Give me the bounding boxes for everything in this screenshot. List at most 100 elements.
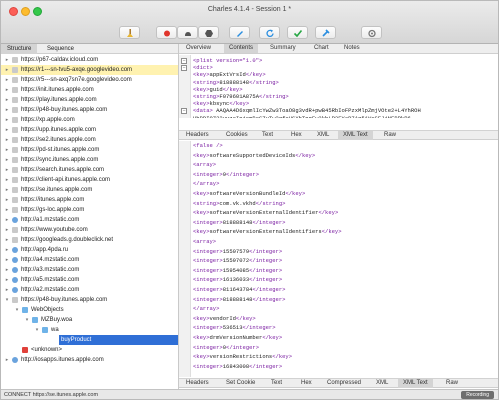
recording-button[interactable]: Recording	[461, 391, 494, 399]
throttle-button[interactable]	[177, 26, 198, 39]
disclosure-triangle[interactable]: ▸	[4, 165, 10, 175]
lock-icon	[12, 197, 18, 203]
tools-button[interactable]	[315, 26, 336, 39]
tab-structure[interactable]: Structure	[1, 44, 38, 54]
disclosure-triangle[interactable]: ▸	[4, 65, 10, 75]
disclosure-triangle[interactable]: ▸	[4, 215, 10, 225]
disclosure-triangle[interactable]: ▸	[4, 255, 10, 265]
tab-sequence[interactable]: Sequence	[41, 44, 80, 54]
tree-item[interactable]: ▸ https://play.itunes.apple.com	[1, 95, 178, 105]
tree-item[interactable]: ▾ https://p48-buy.itunes.apple.com	[1, 295, 178, 305]
tree-item[interactable]: ▾ wa	[1, 325, 178, 335]
req-tab-hex[interactable]: Hex	[286, 131, 307, 140]
tree-item[interactable]: ▸ https://sync.itunes.apple.com	[1, 155, 178, 165]
tree-item[interactable]: ▸ https://r1---sn-tvu5-axqe.googlevideo.c…	[1, 65, 178, 75]
disclosure-triangle[interactable]: ▸	[4, 205, 10, 215]
disclosure-triangle[interactable]: ▾	[14, 305, 20, 315]
tree-item[interactable]: ▸ http://app.4pda.ru	[1, 245, 178, 255]
resp-tab-headers[interactable]: Headers	[181, 379, 214, 388]
resp-tab-compressed[interactable]: Compressed	[322, 379, 366, 388]
xml-line: <key>vendorId</key>	[193, 314, 256, 322]
tree-item[interactable]: ▸ https://search.itunes.apple.com	[1, 165, 178, 175]
tree-item[interactable]: ▾ MZBuy.woa	[1, 315, 178, 325]
disclosure-triangle[interactable]: ▸	[4, 235, 10, 245]
tree-item[interactable]: ▸ https://xp.apple.com	[1, 115, 178, 125]
disclosure-triangle[interactable]: ▸	[4, 125, 10, 135]
tab-contents[interactable]: Contents	[224, 44, 259, 53]
disclosure-triangle[interactable]: ▸	[4, 115, 10, 125]
tree-item[interactable]: ▸ https://se.itunes.apple.com	[1, 185, 178, 195]
tree-item-label: https://p48-buy.itunes.apple.com	[21, 297, 108, 303]
tree-item[interactable]: ▸ https://p67-caldav.icloud.com	[1, 55, 178, 65]
disclosure-triangle[interactable]: ▸	[4, 275, 10, 285]
disclosure-triangle[interactable]: ▾	[4, 295, 10, 305]
disclosure-triangle[interactable]: ▸	[4, 145, 10, 155]
req-tab-raw[interactable]: Raw	[379, 131, 401, 140]
disclosure-triangle[interactable]: ▸	[4, 95, 10, 105]
req-tab-text[interactable]: Text	[257, 131, 278, 140]
req-tab-headers[interactable]: Headers	[181, 131, 214, 140]
disclosure-triangle[interactable]: ▾	[34, 325, 40, 335]
req-tab-cookies[interactable]: Cookies	[221, 131, 253, 140]
disclosure-triangle[interactable]: ▸	[4, 225, 10, 235]
disclosure-triangle[interactable]: ▸	[4, 135, 10, 145]
pen-button[interactable]	[229, 26, 250, 39]
req-tab-xml-text[interactable]: XML Text	[338, 131, 373, 140]
settings-button[interactable]	[361, 26, 382, 39]
tree-item[interactable]: <unknown>	[1, 345, 178, 355]
broom-button[interactable]	[119, 26, 140, 39]
resp-tab-raw[interactable]: Raw	[441, 379, 463, 388]
tree-item[interactable]: ▸ https://se2.itunes.apple.com	[1, 135, 178, 145]
record-button[interactable]	[156, 26, 177, 39]
tree-item[interactable]: ▸ https://itunes.apple.com	[1, 195, 178, 205]
tree-item[interactable]: ▸ https://www.youtube.com	[1, 225, 178, 235]
tree-item[interactable]: ▸ http://iosapps.itunes.apple.com	[1, 355, 178, 365]
disclosure-triangle[interactable]: ▸	[4, 175, 10, 185]
resp-tab-xml-text[interactable]: XML Text	[398, 379, 433, 388]
validate-button[interactable]	[287, 26, 308, 39]
tree-item[interactable]: ▸ https://p48-buy.itunes.apple.com	[1, 105, 178, 115]
disclosure-triangle[interactable]: ▸	[4, 75, 10, 85]
tree-item[interactable]: ▸ http://a2.mzstatic.com	[1, 285, 178, 295]
disclosure-triangle[interactable]: ▸	[4, 155, 10, 165]
req-tab-xml[interactable]: XML	[312, 131, 334, 140]
tree-item[interactable]: ▸ https://googleads.g.doubleclick.net	[1, 235, 178, 245]
tree-item-selected[interactable]: buyProduct	[59, 335, 178, 345]
lock-icon	[12, 237, 18, 243]
disclosure-triangle[interactable]: ▸	[4, 85, 10, 95]
tree-item[interactable]: ▸ https://upp.itunes.apple.com	[1, 125, 178, 135]
tree-item[interactable]: ▸ https://gs-loc.apple.com	[1, 205, 178, 215]
tree-item[interactable]: ▾ WebObjects	[1, 305, 178, 315]
collapse-icon[interactable]: −	[181, 108, 187, 115]
tab-chart[interactable]: Chart	[309, 44, 334, 53]
disclosure-triangle[interactable]: ▸	[4, 55, 10, 65]
disclosure-triangle[interactable]: ▸	[4, 285, 10, 295]
status-text: CONNECT https://se.itunes.apple.com	[4, 392, 99, 398]
tree-item[interactable]: ▸ http://a1.mzstatic.com	[1, 215, 178, 225]
collapse-icon[interactable]: −	[181, 65, 187, 72]
disclosure-triangle[interactable]: ▸	[4, 245, 10, 255]
resp-tab-xml[interactable]: XML	[371, 379, 393, 388]
tree-item[interactable]: ▸ http://a5.mzstatic.com	[1, 275, 178, 285]
disclosure-triangle[interactable]: ▸	[4, 105, 10, 115]
resp-tab-text[interactable]: Text	[266, 379, 287, 388]
resp-tab-hex[interactable]: Hex	[296, 379, 317, 388]
resp-tab-set-cookie[interactable]: Set Cookie	[221, 379, 260, 388]
tree-item[interactable]: ▸ http://a3.mzstatic.com	[1, 265, 178, 275]
disclosure-triangle[interactable]: ▾	[24, 315, 30, 325]
disclosure-triangle[interactable]: ▸	[4, 185, 10, 195]
tree-item[interactable]: ▸ http://a4.mzstatic.com	[1, 255, 178, 265]
tab-overview[interactable]: Overview	[181, 44, 216, 53]
tab-summary[interactable]: Summary	[265, 44, 301, 53]
disclosure-triangle[interactable]: ▸	[4, 195, 10, 205]
breakpoint-button[interactable]	[198, 26, 219, 39]
collapse-icon[interactable]: −	[181, 58, 187, 64]
repeat-button[interactable]	[259, 26, 280, 39]
tree-item[interactable]: ▸ https://pd-st.itunes.apple.com	[1, 145, 178, 155]
tree-item[interactable]: ▸ https://init.itunes.apple.com	[1, 85, 178, 95]
tree-item[interactable]: ▸ https://r5---sn-axq7sn7e.googlevideo.co…	[1, 75, 178, 85]
tree-item[interactable]: ▸ https://client-api.itunes.apple.com	[1, 175, 178, 185]
tab-notes[interactable]: Notes	[339, 44, 365, 53]
disclosure-triangle[interactable]: ▸	[4, 355, 10, 365]
disclosure-triangle[interactable]: ▸	[4, 265, 10, 275]
